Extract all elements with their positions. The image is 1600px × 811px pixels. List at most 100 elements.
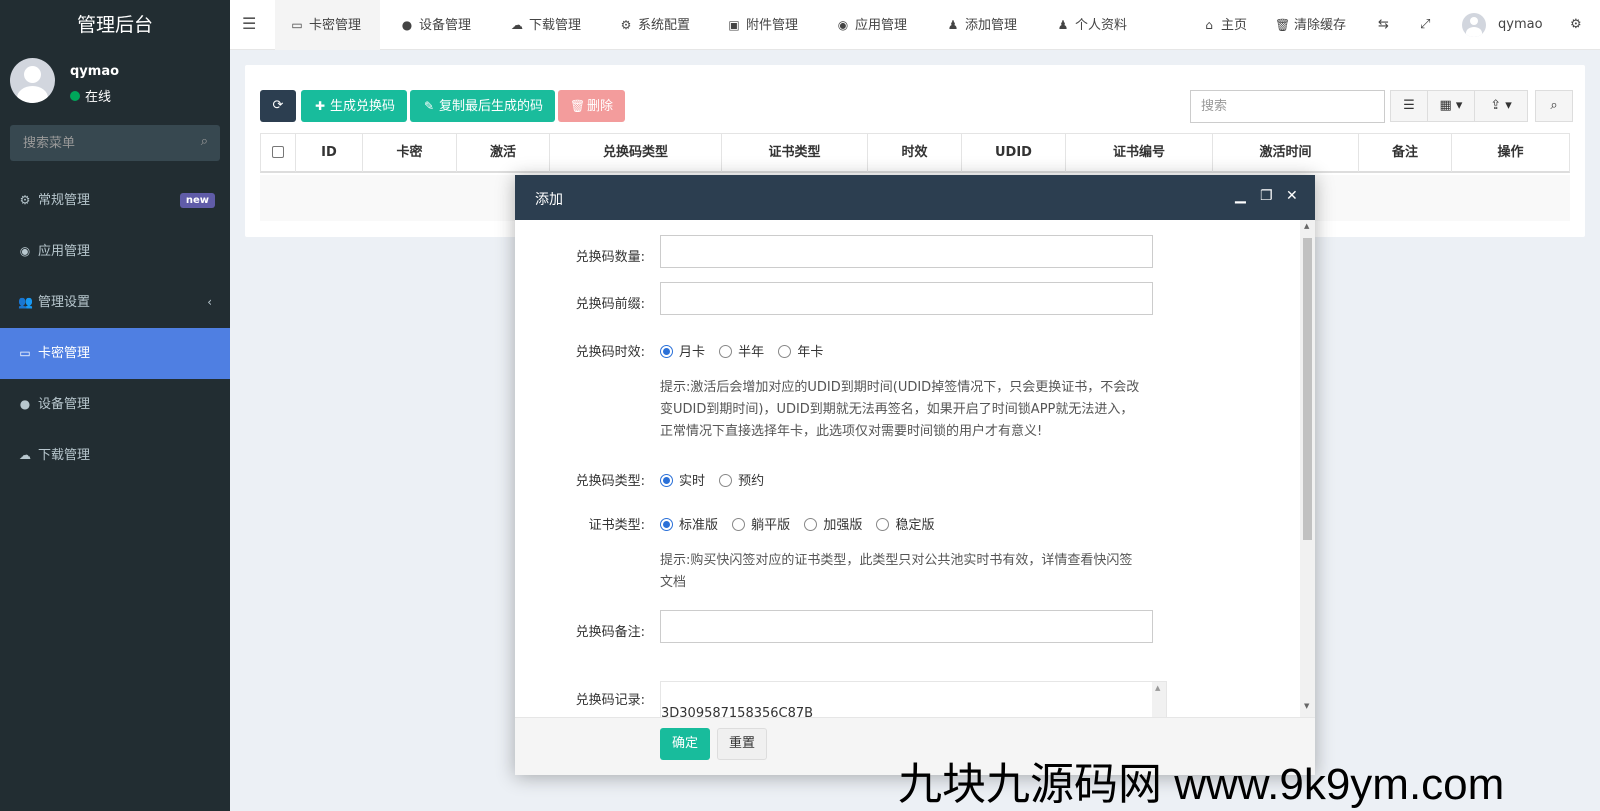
col-activated[interactable]: 激活 xyxy=(457,134,550,172)
delete-button[interactable]: 🗑 删除 xyxy=(558,90,626,122)
record-label: 兑换码记录: xyxy=(575,693,645,708)
table-header: ID 卡密 激活 兑换码类型 证书类型 时效 UDID 证书编号 激活时间 备注… xyxy=(260,133,1570,173)
validity-label: 兑换码时效: xyxy=(575,345,645,360)
select-all-checkbox[interactable] xyxy=(272,146,284,158)
col-code-type[interactable]: 兑换码类型 xyxy=(550,134,722,172)
home-link[interactable]: ⌂ 主页 xyxy=(1202,0,1247,50)
gears-icon[interactable]: ⚙ xyxy=(1570,0,1582,50)
sidebar: 管理后台 qymao 在线 ⌕ ⚙ 常规管理 new ◉ 应用管理 👥 管理设置 ‹ ▭ 卡… xyxy=(0,0,230,811)
maximize-icon[interactable]: ❐ xyxy=(1260,188,1273,204)
col-activation-time[interactable]: 激活时间 xyxy=(1213,134,1359,172)
list-icon: ☰ xyxy=(1403,98,1415,113)
user-status: 在线 xyxy=(70,86,111,105)
col-cert-type[interactable]: 证书类型 xyxy=(722,134,868,172)
scroll-up-icon[interactable]: ▲ xyxy=(1304,222,1309,230)
sidebar-item-label: 常规管理 xyxy=(38,193,91,208)
radio-stable[interactable]: 稳定版 xyxy=(876,518,934,533)
modal-title: 添加 xyxy=(535,192,563,208)
table-search xyxy=(1190,90,1385,123)
select-all-cell xyxy=(261,134,296,172)
count-input[interactable] xyxy=(660,235,1153,268)
textarea-scrollbar[interactable] xyxy=(1152,682,1166,717)
prefix-input[interactable] xyxy=(660,282,1153,315)
radio-yearly[interactable]: 年卡 xyxy=(778,345,823,360)
tab-downloads[interactable]: ☁ 下载管理 xyxy=(510,0,581,50)
col-validity[interactable]: 时效 xyxy=(868,134,962,172)
avatar xyxy=(10,58,55,103)
reset-button[interactable]: 重置 xyxy=(717,728,768,760)
copy-last-button[interactable]: ✎ 复制最后生成的码 xyxy=(410,90,556,122)
table-search-input[interactable] xyxy=(1191,91,1381,122)
search-button[interactable]: ⌕ xyxy=(1535,90,1573,122)
tab-apps[interactable]: ◉ 应用管理 xyxy=(836,0,907,50)
prefix-label: 兑换码前缀: xyxy=(575,297,645,312)
export-button[interactable]: ⇪ ▾ xyxy=(1474,90,1528,122)
radio-realtime[interactable]: 实时 xyxy=(660,474,705,489)
scrollbar-thumb[interactable] xyxy=(1303,238,1312,540)
sidebar-item-apps[interactable]: ◉ 应用管理 xyxy=(0,226,230,277)
cert-type-label: 证书类型: xyxy=(588,518,645,533)
tab-system-config[interactable]: ⚙ 系统配置 xyxy=(619,0,690,50)
col-cert-number[interactable]: 证书编号 xyxy=(1066,134,1213,172)
col-card[interactable]: 卡密 xyxy=(363,134,457,172)
sidebar-item-devices[interactable]: ● 设备管理 xyxy=(0,379,230,430)
confirm-button[interactable]: 确定 xyxy=(660,728,711,760)
sidebar-item-cards[interactable]: ▭ 卡密管理 xyxy=(0,328,230,379)
modal-header[interactable]: 添加 ▁ ❐ ✕ xyxy=(515,175,1315,220)
sidebar-item-label: 管理设置 xyxy=(38,295,91,310)
sidebar-search: ⌕ xyxy=(10,125,220,161)
app-icon: ◉ xyxy=(19,244,31,258)
clear-cache-link[interactable]: 🗑 清除缓存 xyxy=(1275,0,1346,50)
radio-enhanced[interactable]: 加强版 xyxy=(804,518,862,533)
col-udid[interactable]: UDID xyxy=(962,134,1066,172)
tab-cards[interactable]: ▭ 卡密管理 xyxy=(275,0,380,50)
radio-monthly[interactable]: 月卡 xyxy=(660,345,705,360)
top-navbar: ☰ ▭ 卡密管理 ● 设备管理 ☁ 下载管理 ⚙ 系统配置 ▣ 附件管理 ◉ 应用管理 ♟ 添… xyxy=(230,0,1600,50)
radio-reserve[interactable]: 预约 xyxy=(719,474,764,489)
sidebar-search-input[interactable] xyxy=(10,125,190,161)
apple-icon: ● xyxy=(401,18,413,32)
refresh-button[interactable]: ⟳ xyxy=(260,90,296,122)
search-icon[interactable]: ⌕ xyxy=(201,134,208,149)
modal-scrollbar[interactable]: ▲ ▼ xyxy=(1300,220,1315,717)
scroll-down-icon[interactable]: ▼ xyxy=(1304,702,1309,710)
sidebar-item-label: 应用管理 xyxy=(38,244,91,259)
fullscreen-icon[interactable]: ⤢ xyxy=(1420,0,1430,50)
radio-standard[interactable]: 标准版 xyxy=(660,518,718,533)
pencil-icon: ✎ xyxy=(423,99,435,113)
toggle-view-button[interactable]: ☰ xyxy=(1390,90,1428,122)
code-type-label: 兑换码类型: xyxy=(575,474,645,489)
minimize-icon[interactable]: ▁ xyxy=(1235,188,1246,204)
col-remark[interactable]: 备注 xyxy=(1359,134,1452,172)
radio-flat[interactable]: 躺平版 xyxy=(732,518,790,533)
sidebar-item-admin-settings[interactable]: 👥 管理设置 ‹ xyxy=(0,277,230,328)
tab-profile[interactable]: ♟ 个人资料 xyxy=(1056,0,1127,50)
brand-title[interactable]: 管理后台 xyxy=(0,0,230,50)
close-icon[interactable]: ✕ xyxy=(1286,188,1298,204)
tab-add-admin[interactable]: ♟ 添加管理 xyxy=(946,0,1017,50)
col-id[interactable]: ID xyxy=(296,134,363,172)
trash-icon: 🗑 xyxy=(570,99,586,113)
sidebar-item-downloads[interactable]: ☁ 下载管理 xyxy=(0,430,230,481)
plus-icon: ✚ xyxy=(314,99,326,113)
gears-icon: ⚙ xyxy=(19,193,31,207)
remark-input[interactable] xyxy=(660,610,1153,643)
image-icon: ▣ xyxy=(728,18,740,32)
record-textarea[interactable]: 3D309587158356C87B xyxy=(660,681,1167,717)
record-value: 3D309587158356C87B xyxy=(661,706,814,717)
sidebar-item-general[interactable]: ⚙ 常规管理 new xyxy=(0,175,230,226)
columns-button[interactable]: ▦ ▾ xyxy=(1427,90,1475,122)
chevron-left-icon: ‹ xyxy=(207,295,212,309)
menu-toggle-icon[interactable]: ☰ xyxy=(242,14,256,33)
tab-attachments[interactable]: ▣ 附件管理 xyxy=(727,0,798,50)
modal-body: 兑换码数量: 兑换码前缀: 兑换码时效: 月卡 半年 年卡 提示:激活后会增加对… xyxy=(515,220,1315,717)
add-modal: 添加 ▁ ❐ ✕ 兑换码数量: 兑换码前缀: 兑换码时效: 月卡 半年 年卡 提… xyxy=(515,175,1315,775)
user-avatar[interactable] xyxy=(1462,13,1486,37)
radio-half-year[interactable]: 半年 xyxy=(719,345,764,360)
col-actions[interactable]: 操作 xyxy=(1452,134,1569,172)
username-link[interactable]: qymao xyxy=(1498,0,1543,50)
search-icon: ⌕ xyxy=(1550,98,1558,113)
tab-devices[interactable]: ● 设备管理 xyxy=(400,0,471,50)
translate-icon[interactable]: ⇆ xyxy=(1378,0,1389,50)
generate-button[interactable]: ✚ 生成兑换码 xyxy=(301,90,408,122)
